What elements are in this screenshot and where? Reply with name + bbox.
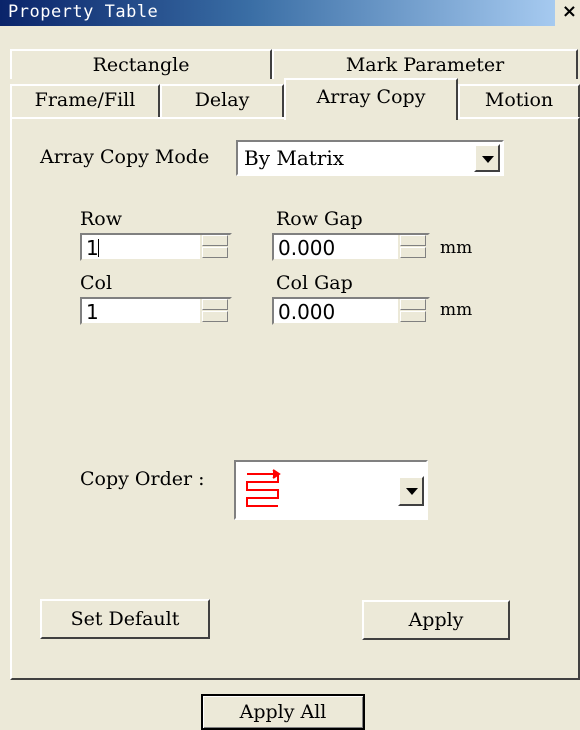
spin-up-icon[interactable]: [400, 235, 426, 246]
row-gap-field[interactable]: 0.000: [272, 233, 430, 261]
tab-label: Motion: [484, 89, 554, 111]
copy-order-select[interactable]: [234, 460, 428, 520]
apply-button[interactable]: Apply: [362, 600, 510, 640]
row-spinner[interactable]: [200, 235, 230, 259]
tab-frame-fill[interactable]: Frame/Fill: [10, 84, 160, 117]
tab-mark-parameter[interactable]: Mark Parameter: [272, 49, 578, 79]
spin-down-icon[interactable]: [400, 247, 426, 258]
array-copy-panel: [10, 117, 580, 680]
apply-all-label: Apply All: [239, 701, 327, 723]
spin-up-icon[interactable]: [202, 235, 228, 246]
title-gradient: Property Table: [0, 0, 555, 26]
spin-up-icon[interactable]: [202, 299, 228, 310]
col-gap-value: 0.000: [278, 300, 336, 324]
col-spinner[interactable]: [200, 299, 230, 323]
tab-label: Delay: [194, 89, 250, 111]
col-gap-field[interactable]: 0.000: [272, 297, 430, 325]
tab-label: Array Copy: [316, 86, 426, 108]
tab-delay[interactable]: Delay: [160, 84, 284, 117]
spin-down-icon[interactable]: [202, 247, 228, 258]
array-copy-mode-value: By Matrix: [244, 146, 345, 170]
row-value: 1: [86, 236, 99, 260]
tab-rectangle[interactable]: Rectangle: [10, 49, 272, 79]
window-title: Property Table: [8, 2, 159, 22]
array-copy-mode-label: Array Copy Mode: [40, 146, 210, 168]
col-gap-spinner[interactable]: [398, 299, 428, 323]
row-gap-spinner[interactable]: [398, 235, 428, 259]
col-gap-label: Col Gap: [276, 272, 353, 294]
spin-up-icon[interactable]: [400, 299, 426, 310]
serpentine-order-icon: [246, 469, 281, 507]
chevron-down-icon[interactable]: [398, 476, 424, 506]
row-field[interactable]: 1: [80, 233, 232, 261]
chevron-down-icon[interactable]: [474, 144, 500, 172]
array-copy-mode-select[interactable]: By Matrix: [236, 140, 504, 176]
title-bar: Property Table ×: [0, 0, 580, 26]
row-gap-value: 0.000: [278, 236, 336, 260]
col-value: 1: [86, 300, 99, 324]
col-gap-unit: mm: [440, 300, 473, 320]
set-default-label: Set Default: [70, 608, 180, 630]
row-gap-unit: mm: [440, 238, 473, 258]
tab-label: Frame/Fill: [34, 89, 136, 111]
row-gap-label: Row Gap: [276, 208, 363, 230]
copy-order-label: Copy Order :: [80, 468, 205, 490]
tab-motion[interactable]: Motion: [458, 84, 580, 117]
col-field[interactable]: 1: [80, 297, 232, 325]
close-icon[interactable]: ×: [562, 1, 577, 22]
row-label: Row: [80, 208, 123, 230]
tab-array-copy[interactable]: Array Copy: [284, 78, 458, 120]
tab-label: Mark Parameter: [345, 54, 505, 76]
spin-down-icon[interactable]: [400, 311, 426, 322]
apply-label: Apply: [408, 609, 464, 631]
set-default-button[interactable]: Set Default: [40, 599, 210, 639]
col-label: Col: [80, 272, 113, 294]
spin-down-icon[interactable]: [202, 311, 228, 322]
tab-label: Rectangle: [92, 54, 190, 76]
apply-all-button[interactable]: Apply All: [201, 694, 365, 730]
text-cursor: [98, 239, 99, 257]
